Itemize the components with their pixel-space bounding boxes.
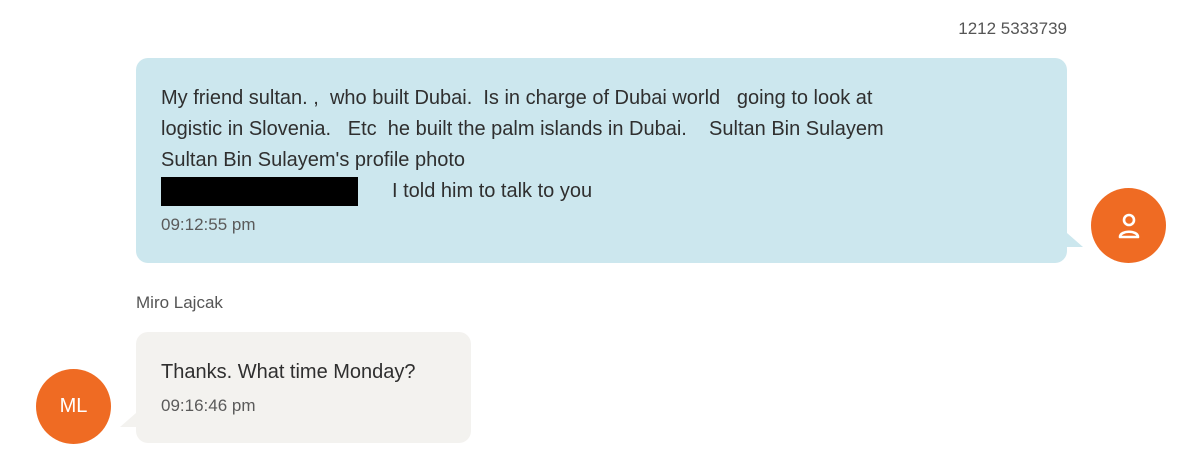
message-timestamp: 09:16:46 pm — [161, 396, 256, 415]
message-text-line-redacted: I told him to talk to you — [161, 176, 1041, 207]
redaction-block — [161, 177, 358, 206]
incoming-message-bubble[interactable]: Thanks. What time Monday? 09:16:46 pm — [120, 332, 471, 443]
sender-phone-number: 1212 5333739 — [958, 19, 1067, 38]
sender-avatar[interactable] — [1091, 188, 1166, 263]
message-text: I told him to talk to you — [392, 180, 593, 202]
message-text-line: logistic in Slovenia. Etc he built the p… — [161, 118, 884, 140]
message-text-line: Sultan Bin Sulayem's profile photo — [161, 149, 465, 171]
sender-name: Miro Lajcak — [136, 293, 223, 312]
message-text: Thanks. What time Monday? — [161, 361, 416, 383]
message-timestamp: 09:12:55 pm — [161, 215, 256, 234]
person-icon — [1118, 213, 1139, 238]
message-thread: 1212 5333739 My friend sultan. , who bui… — [0, 0, 1200, 461]
outgoing-message-bubble[interactable]: My friend sultan. , who built Dubai. Is … — [136, 58, 1083, 263]
contact-avatar[interactable]: ML — [36, 369, 111, 444]
message-text-line: My friend sultan. , who built Dubai. Is … — [161, 87, 873, 109]
